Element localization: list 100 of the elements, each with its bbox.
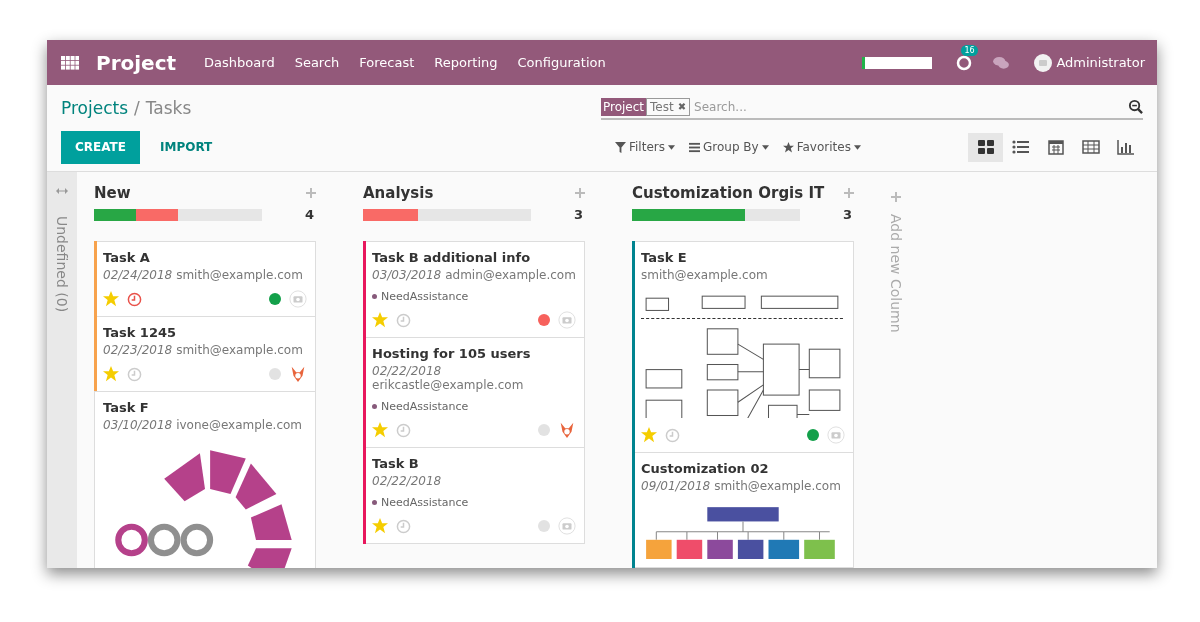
task-card[interactable]: Task E smith@example.com (632, 241, 854, 453)
card-tag: NeedAssistance (381, 290, 469, 303)
create-button[interactable]: CREATE (61, 130, 140, 164)
card-date: 02/24/2018 (103, 268, 173, 282)
plus-icon[interactable] (306, 188, 316, 198)
tag-dot-icon (372, 500, 377, 505)
plus-icon[interactable] (575, 188, 585, 198)
add-column-label: Add new Column (888, 214, 904, 333)
card-title: Task 1245 (103, 325, 178, 340)
avatar-icon (1034, 53, 1053, 72)
chat-icon[interactable] (992, 55, 1011, 70)
card-title: Customization 02 (641, 461, 770, 476)
star-icon[interactable] (103, 291, 119, 307)
app-title: Project (96, 50, 177, 75)
status-dot[interactable] (538, 424, 550, 436)
filter-icon (615, 141, 626, 153)
card-email: smith@example.com (641, 268, 768, 282)
card-count: 3 (842, 207, 852, 222)
menu-item[interactable]: Search (294, 55, 340, 70)
menu-item[interactable]: Reporting (434, 55, 498, 70)
clock-icon[interactable] (127, 291, 142, 307)
graph-icon (1116, 139, 1135, 155)
tag-dot-icon (372, 404, 377, 409)
card-title: Task E (641, 250, 688, 265)
card-email: erikcastle@example.com (372, 378, 524, 392)
task-card[interactable]: Task B additional info 03/03/2018 admin@example.com NeedAssistance (363, 241, 585, 338)
card-email: admin@example.com (445, 268, 576, 282)
card-tag: NeedAssistance (381, 400, 469, 413)
task-card[interactable]: Task A 02/24/2018 smith@example.com (94, 241, 316, 317)
card-title: Task B additional info (372, 250, 532, 265)
card-email: ivone@example.com (176, 418, 303, 432)
card-date: 02/23/2018 (103, 343, 173, 357)
column-title: Customization Orgis IT (632, 184, 825, 202)
progress-bar (862, 56, 933, 69)
caret-icon (853, 144, 861, 150)
caret-icon (668, 144, 675, 150)
lines-icon (689, 141, 700, 153)
card-title: Hosting for 105 users (372, 346, 532, 361)
import-button[interactable]: IMPORT (146, 130, 227, 164)
task-card[interactable]: Customization 02 09/01/2018 smith@example.com (632, 452, 854, 568)
facet-value: Test (646, 97, 676, 116)
card-tag: NeedAssistance (381, 496, 469, 509)
plus-icon[interactable] (891, 192, 901, 202)
star-icon (782, 141, 794, 153)
folded-column[interactable]: Undefined (0) (47, 172, 77, 568)
breadcrumb-separator: / (134, 97, 140, 118)
task-card[interactable]: Hosting for 105 users 02/22/2018 erikcastle@example.com NeedAssistance (363, 337, 585, 448)
column-title: Undefined (0) (54, 216, 70, 313)
caret-icon (761, 144, 769, 150)
card-date: 02/22/2018 (372, 474, 442, 488)
card-count: 3 (573, 207, 583, 222)
star-icon[interactable] (372, 518, 388, 534)
remove-facet-button[interactable]: ✖ (675, 97, 691, 116)
pivot-icon (1081, 139, 1100, 155)
card-count: 4 (304, 207, 314, 222)
card-title: Task B (372, 456, 420, 471)
user-menu[interactable]: Administrator (1056, 55, 1145, 70)
search-icon[interactable] (1128, 99, 1143, 114)
filter-dropdown[interactable]: Group By (689, 140, 769, 154)
status-dot[interactable] (538, 314, 550, 326)
column-title: New (94, 184, 131, 202)
card-email: smith@example.com (176, 268, 303, 282)
breadcrumb-current: Tasks (145, 97, 192, 118)
menu-item[interactable]: Configuration (517, 55, 606, 70)
plus-icon[interactable] (844, 188, 854, 198)
menu-item[interactable]: Forecast (359, 55, 415, 70)
card-date: 03/03/2018 (372, 268, 442, 282)
status-dot[interactable] (807, 429, 819, 441)
column-title: Analysis (363, 184, 434, 202)
card-email: smith@example.com (176, 343, 303, 357)
card-email: smith@example.com (714, 479, 841, 493)
breadcrumb-link[interactable]: Projects (61, 97, 129, 118)
star-icon[interactable] (372, 312, 388, 328)
kanban-view-button[interactable] (968, 132, 1003, 162)
facet-label: Project (601, 97, 647, 116)
list-icon (1011, 139, 1030, 155)
card-title: Task A (103, 250, 151, 265)
filter-dropdown[interactable]: Filters (615, 140, 675, 154)
status-dot[interactable] (538, 520, 550, 532)
task-card[interactable]: Task 1245 02/23/2018 smith@example.com (94, 316, 316, 392)
tag-dot-icon (372, 294, 377, 299)
status-dot[interactable] (269, 368, 281, 380)
task-card[interactable]: Task B 02/22/2018 NeedAssistance (363, 447, 585, 544)
search-field[interactable]: Project Test ✖ Search... (601, 95, 1143, 120)
menu-item[interactable]: Dashboard (204, 55, 275, 70)
star-icon[interactable] (641, 427, 657, 443)
star-icon[interactable] (372, 422, 388, 438)
status-dot[interactable] (269, 293, 281, 305)
apps-menu-icon[interactable] (61, 55, 79, 70)
task-card[interactable]: Task F 03/10/2018 ivone@example.com (94, 391, 316, 568)
star-icon[interactable] (103, 366, 119, 382)
kanban-icon (976, 139, 995, 155)
card-date: 03/10/2018 (103, 418, 173, 432)
expand-icon[interactable] (56, 188, 68, 194)
card-title: Task F (103, 400, 150, 415)
card-date: 02/22/2018 (372, 364, 442, 378)
notification-badge: 16 (961, 44, 978, 56)
card-date: 09/01/2018 (641, 479, 711, 493)
filter-dropdown[interactable]: Favorites (782, 140, 861, 154)
calendar-icon (1046, 139, 1065, 155)
